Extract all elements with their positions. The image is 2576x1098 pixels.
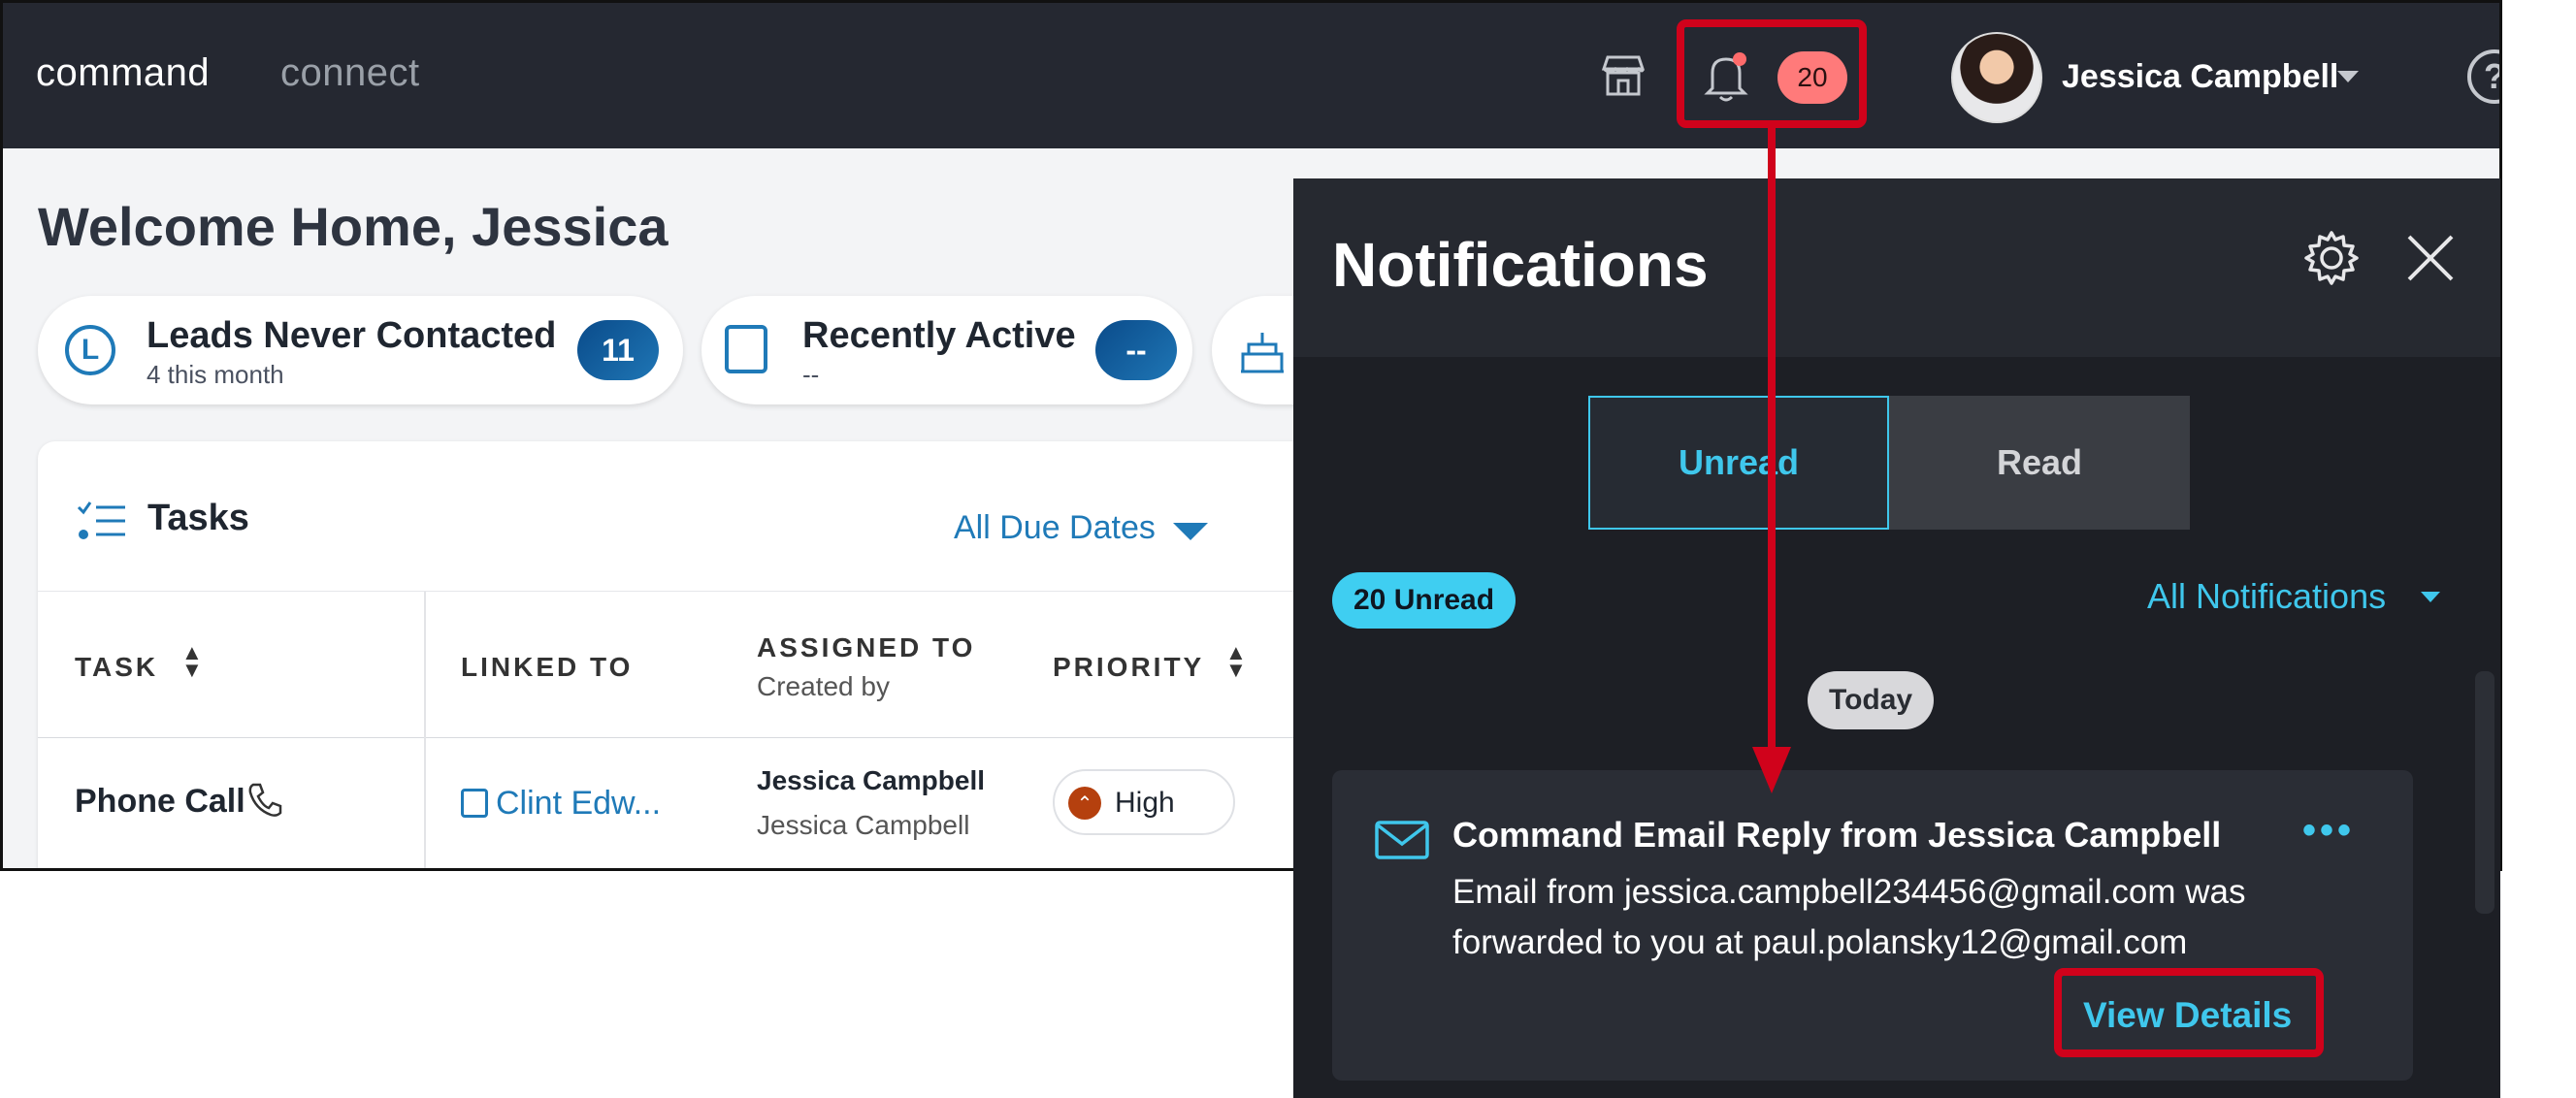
assigned-to-name: Jessica Campbell — [757, 765, 986, 795]
checklist-icon — [77, 500, 127, 542]
column-task[interactable]: TASK — [75, 652, 158, 683]
tasks-card: Tasks All Due Dates TASK ▲ ▼ LINKED TO AS… — [38, 441, 1396, 868]
column-linked-to[interactable]: LINKED TO — [461, 652, 633, 683]
phone-icon — [247, 781, 282, 818]
stat-count: -- — [1095, 320, 1177, 380]
tab-read[interactable]: Read — [1889, 396, 2190, 530]
task-name: Phone Call — [75, 783, 245, 820]
contact-card-icon — [725, 325, 767, 373]
tab-unread[interactable]: Unread — [1588, 396, 1889, 530]
close-icon[interactable] — [2405, 233, 2456, 283]
tasks-title: Tasks — [147, 498, 249, 538]
date-divider: Today — [1808, 671, 1935, 729]
notifications-panel: Notifications Unread Read 20 Unread All … — [1293, 178, 2500, 1098]
table-row[interactable]: Phone Call Clint Edw... Jessica Campbell… — [38, 738, 1396, 868]
priority-pill[interactable]: ⌃ High — [1053, 769, 1235, 835]
stat-subtitle: 4 this month — [147, 360, 284, 389]
gear-icon[interactable] — [2302, 229, 2361, 287]
priority-high-icon: ⌃ — [1068, 787, 1101, 820]
user-name[interactable]: Jessica Campbell — [2062, 58, 2338, 96]
stat-recently-active[interactable]: Recently Active -- -- — [701, 296, 1192, 404]
brand-command[interactable]: command — [36, 51, 210, 95]
unread-count-badge: 20 Unread — [1332, 572, 1516, 629]
created-by-name: Jessica Campbell — [757, 810, 970, 840]
store-icon[interactable] — [1600, 53, 1647, 98]
caret-down-icon[interactable] — [2421, 592, 2440, 602]
notifications-filter[interactable]: All Notifications — [2147, 576, 2386, 617]
top-navigation-bar: command connect 20 Jessica Campbell ? — [3, 3, 2499, 148]
column-created-by: Created by — [757, 671, 890, 701]
cake-icon — [1237, 327, 1288, 375]
highlight-box-view-details — [2054, 968, 2324, 1057]
stat-leads-never-contacted[interactable]: L Leads Never Contacted 4 this month 11 — [38, 296, 683, 404]
sort-icon[interactable]: ▲ ▼ — [1225, 642, 1247, 681]
contact-card-icon — [461, 789, 488, 818]
priority-label: High — [1115, 787, 1175, 819]
stat-subtitle: -- — [802, 360, 820, 389]
envelope-icon — [1375, 821, 1429, 859]
highlight-box-bell — [1677, 19, 1867, 128]
panel-scrollbar[interactable] — [2475, 671, 2494, 914]
stat-count: 11 — [577, 320, 659, 380]
due-dates-filter[interactable]: All Due Dates — [954, 509, 1156, 547]
linked-contact-link[interactable]: Clint Edw... — [496, 785, 661, 823]
more-options-icon[interactable]: ••• — [2302, 811, 2355, 850]
stat-title: Leads Never Contacted — [147, 315, 557, 356]
clock-l-icon: L — [65, 325, 115, 375]
notifications-header: Notifications — [1293, 178, 2500, 357]
column-priority[interactable]: PRIORITY — [1053, 652, 1204, 683]
help-icon[interactable]: ? — [2467, 49, 2499, 104]
chevron-down-icon[interactable] — [2337, 71, 2359, 82]
welcome-heading: Welcome Home, Jessica — [38, 196, 668, 257]
notifications-title: Notifications — [1332, 230, 1709, 300]
notification-body-line1: Email from jessica.campbell234456@gmail.… — [1452, 873, 2246, 911]
stat-title: Recently Active — [802, 315, 1076, 356]
user-avatar[interactable] — [1951, 32, 2042, 123]
pointer-arrow — [1752, 126, 1791, 793]
notification-title: Command Email Reply from Jessica Campbel… — [1452, 815, 2222, 855]
caret-down-icon[interactable] — [1173, 523, 1208, 540]
sort-icon[interactable]: ▲ ▼ — [181, 642, 203, 681]
brand-connect[interactable]: connect — [280, 51, 420, 95]
table-header: TASK ▲ ▼ LINKED TO ASSIGNED TO Created by… — [38, 591, 1396, 868]
notification-body-line2: forwarded to you at paul.polansky12@gmai… — [1452, 923, 2188, 961]
column-assigned-to[interactable]: ASSIGNED TO — [757, 632, 975, 663]
